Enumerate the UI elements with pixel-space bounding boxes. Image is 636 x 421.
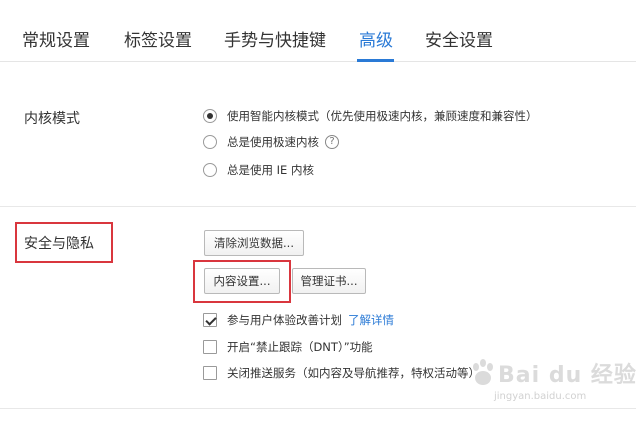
radio-label: 总是使用极速内核: [227, 135, 319, 149]
checkbox-ux-program[interactable]: 参与用户体验改善计划 了解详情: [203, 311, 394, 329]
annotation-box-label: [15, 222, 113, 263]
settings-tab-bar: 常规设置 标签设置 手势与快捷键 高级 安全设置: [0, 0, 636, 62]
radio-button[interactable]: [203, 163, 217, 177]
help-icon[interactable]: ?: [325, 135, 339, 149]
paw-logo-icon: [473, 359, 493, 385]
tab-security[interactable]: 安全设置: [425, 30, 493, 52]
tab-gestures-shortcuts[interactable]: 手势与快捷键: [224, 30, 326, 52]
section-divider: [0, 206, 636, 207]
checkbox-disable-push[interactable]: 关闭推送服务（如内容及导航推荐，特权活动等）: [203, 364, 480, 382]
checkbox-label: 参与用户体验改善计划: [227, 313, 342, 327]
tab-general[interactable]: 常规设置: [22, 30, 90, 52]
radio-label: 总是使用 IE 内核: [227, 163, 314, 177]
tab-advanced[interactable]: 高级: [359, 30, 393, 52]
checkbox-label: 关闭推送服务（如内容及导航推荐，特权活动等）: [227, 366, 480, 380]
radio-button[interactable]: [203, 109, 217, 123]
checkbox-dnt[interactable]: 开启“禁止跟踪（DNT）”功能: [203, 338, 373, 356]
watermark-text: Bai du 经验: [498, 363, 636, 388]
radio-fast-kernel[interactable]: 总是使用极速内核 ?: [203, 133, 339, 151]
tab-tabs[interactable]: 标签设置: [124, 30, 192, 52]
watermark: Bai du 经验 jingyan.baidu.com: [470, 355, 636, 415]
learn-more-link[interactable]: 了解详情: [348, 312, 394, 328]
radio-button[interactable]: [203, 135, 217, 149]
watermark-url: jingyan.baidu.com: [494, 391, 587, 402]
active-tab-indicator: [357, 59, 394, 62]
checkbox[interactable]: [203, 340, 217, 354]
clear-browsing-data-button[interactable]: 清除浏览数据...: [204, 230, 304, 256]
radio-label: 使用智能内核模式（优先使用极速内核，兼顾速度和兼容性）: [227, 109, 538, 123]
radio-ie-kernel[interactable]: 总是使用 IE 内核: [203, 161, 314, 179]
annotation-box-content-settings: [193, 260, 291, 303]
checkbox-label: 开启“禁止跟踪（DNT）”功能: [227, 340, 373, 354]
manage-certificates-button[interactable]: 管理证书...: [292, 268, 366, 294]
kernel-mode-label: 内核模式: [24, 111, 80, 127]
checkbox[interactable]: [203, 313, 217, 327]
checkbox[interactable]: [203, 366, 217, 380]
radio-smart-kernel[interactable]: 使用智能内核模式（优先使用极速内核，兼顾速度和兼容性）: [203, 107, 538, 125]
